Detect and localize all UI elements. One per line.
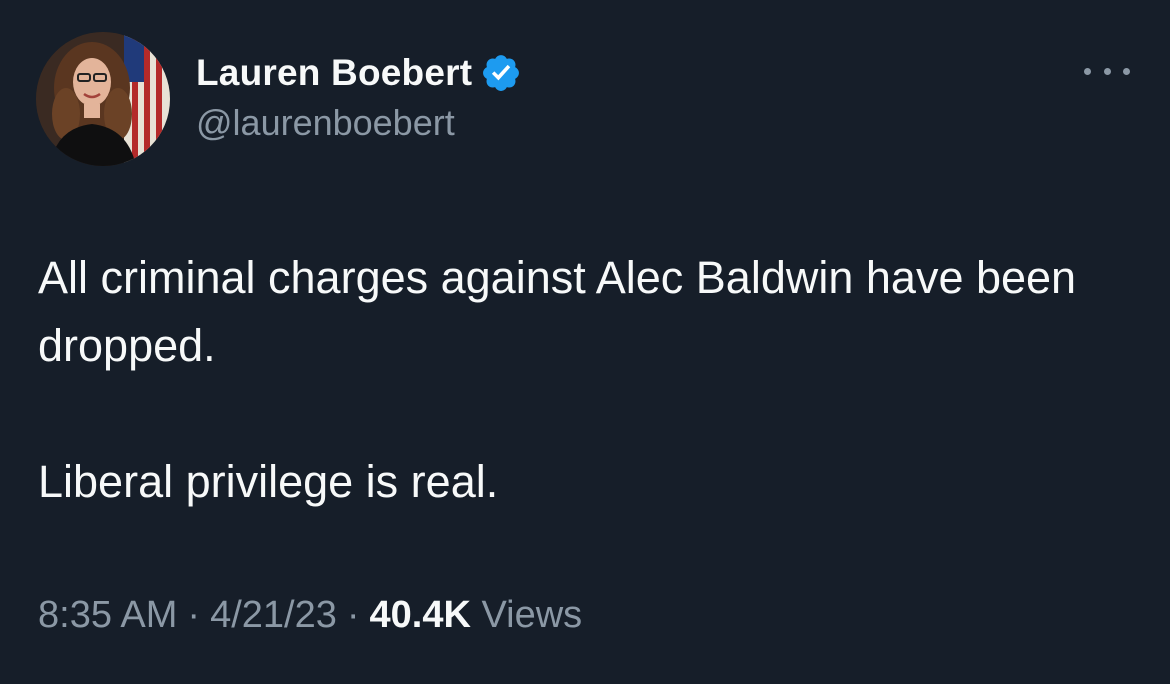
meta-separator: ·: [187, 594, 201, 636]
views-count: 40.4K: [369, 594, 471, 636]
tweet-meta: 8:35 AM · 4/21/23 · 40.4K Views: [38, 594, 582, 637]
author-display-name[interactable]: Lauren Boebert: [196, 52, 472, 94]
more-dot: [1123, 67, 1130, 75]
tweet-text: All criminal charges against Alec Baldwi…: [38, 244, 1128, 516]
avatar[interactable]: [36, 32, 170, 166]
tweet-date[interactable]: 4/21/23: [210, 594, 337, 636]
tweet-paragraph: Liberal privilege is real.: [38, 456, 499, 507]
profile-photo: [36, 32, 170, 166]
name-row: Lauren Boebert: [196, 48, 522, 98]
tweet-paragraph: All criminal charges against Alec Baldwi…: [38, 252, 1077, 371]
author-info: Lauren Boebert @laurenboebert: [196, 48, 522, 144]
author-handle[interactable]: @laurenboebert: [196, 102, 522, 144]
verified-badge-icon: [480, 52, 522, 94]
more-dot: [1103, 67, 1111, 75]
more-options-icon[interactable]: [1084, 56, 1130, 86]
more-dot: [1084, 67, 1091, 75]
tweet-card: Lauren Boebert @laurenboebert All crimin…: [0, 0, 1170, 684]
tweet-time[interactable]: 8:35 AM: [38, 594, 177, 636]
meta-separator: ·: [346, 594, 360, 636]
views-label: Views: [481, 594, 583, 636]
